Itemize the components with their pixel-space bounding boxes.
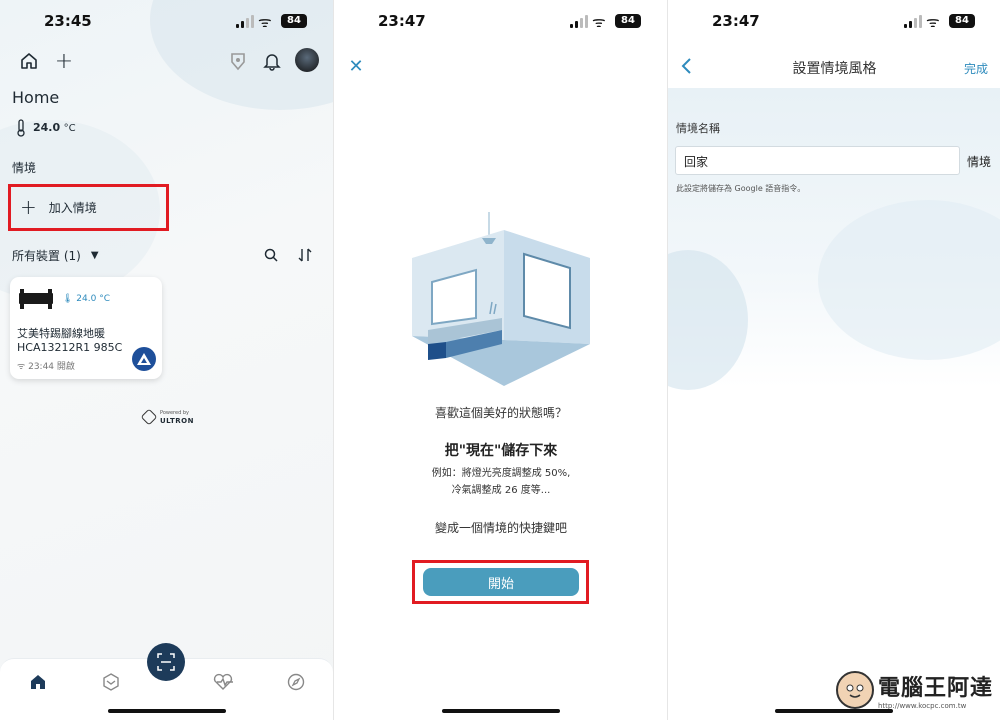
status-bar: 23:47 ᯤ 84 bbox=[334, 10, 667, 34]
device-temperature: 🌡︎ 24.0 °C bbox=[62, 294, 110, 304]
scenes-section-title: 情境 bbox=[12, 161, 37, 175]
status-time: 23:47 bbox=[712, 12, 760, 30]
brand-logo-icon bbox=[132, 347, 156, 371]
wifi-icon: ᯤ bbox=[258, 13, 272, 31]
home-indicator bbox=[775, 709, 893, 713]
device-card[interactable]: 🌡︎ 24.0 °C 艾美特踢腳線地暖 HCA13212R1 985C ᯤ 23… bbox=[10, 277, 162, 379]
home-screen: 23:45 ᯤ 84 + Home 24.0 °C 情境 + 加入情境 所有裝置… bbox=[0, 0, 333, 720]
signal-icon bbox=[904, 15, 922, 28]
add-scene-label: 加入情境 bbox=[48, 200, 97, 215]
side-label: 情境 bbox=[967, 155, 992, 169]
wifi-icon: ᯤ bbox=[926, 13, 940, 31]
shield-icon[interactable] bbox=[228, 50, 248, 72]
start-button[interactable]: 開始 bbox=[423, 568, 579, 596]
home-indicator bbox=[107, 709, 226, 713]
home-temperature: 24.0 °C bbox=[33, 121, 76, 134]
signal-icon bbox=[236, 15, 254, 28]
battery-indicator: 84 bbox=[615, 14, 641, 28]
add-icon[interactable]: + bbox=[54, 49, 74, 74]
battery-indicator: 84 bbox=[949, 14, 975, 28]
device-status: ᯤ 23:44 開啟 bbox=[17, 362, 75, 372]
room-illustration bbox=[412, 212, 590, 386]
home-icon[interactable] bbox=[18, 50, 40, 72]
scan-button[interactable] bbox=[147, 643, 185, 681]
example-line-2: 冷氣調整成 26 度等... bbox=[451, 485, 551, 496]
wifi-icon: ᯤ bbox=[17, 362, 26, 372]
home-indicator bbox=[441, 709, 560, 713]
thermometer-icon bbox=[14, 119, 28, 137]
add-scene-button[interactable]: + 加入情境 bbox=[20, 195, 97, 219]
status-bar: 23:47 ᯤ 84 bbox=[668, 10, 1000, 34]
mascot-icon bbox=[836, 671, 874, 709]
device-name: 艾美特踢腳線地暖 bbox=[17, 327, 105, 340]
status-time: 23:47 bbox=[378, 12, 426, 30]
caret-down-icon: ▼ bbox=[90, 250, 99, 261]
battery-indicator: 84 bbox=[281, 14, 307, 28]
tab-home-icon[interactable] bbox=[28, 672, 48, 692]
shortcut-text: 變成一個情境的快捷鍵吧 bbox=[434, 521, 567, 535]
scene-intro-screen: 23:47 ᯤ 84 ✕ 喜歡這個美好的狀態嗎？ 把"現在"儲存下來 例如：將燈… bbox=[333, 0, 667, 720]
heater-icon bbox=[16, 287, 56, 311]
watermark-text: 電腦王阿達 bbox=[878, 676, 994, 701]
plus-icon: + bbox=[20, 195, 37, 219]
devices-header: 所有裝置 (1) bbox=[12, 249, 81, 263]
device-model: HCA13212R1 985C bbox=[17, 341, 123, 354]
question-text: 喜歡這個美好的狀態嗎？ bbox=[434, 406, 567, 420]
page-title: 設置情境風格 bbox=[792, 61, 877, 77]
avatar[interactable] bbox=[295, 48, 319, 72]
watermark: 電腦王阿達 http://www.kocpc.com.tw bbox=[836, 670, 993, 710]
tab-explore-icon[interactable] bbox=[286, 672, 306, 692]
field-label: 情境名稱 bbox=[676, 122, 720, 135]
status-time: 23:45 bbox=[44, 12, 92, 30]
tab-devices-icon[interactable] bbox=[101, 672, 121, 692]
signal-icon bbox=[570, 15, 588, 28]
tab-health-icon[interactable] bbox=[212, 672, 234, 692]
example-line-1: 例如：將燈光亮度調整成 50%, bbox=[431, 468, 571, 479]
devices-filter[interactable]: 所有裝置 (1) ▼ bbox=[12, 247, 99, 264]
close-icon[interactable]: ✕ bbox=[346, 56, 366, 77]
page-title: Home bbox=[12, 88, 60, 107]
scene-settings-screen: 23:47 ᯤ 84 設置情境風格 完成 情境名稱 回家 情境 此設定將儲存為 … bbox=[667, 0, 1000, 720]
watermark-url: http://www.kocpc.com.tw bbox=[878, 702, 967, 710]
wifi-icon: ᯤ bbox=[592, 13, 606, 31]
powered-by-logo: Powered by ULTRON bbox=[140, 408, 194, 426]
sort-icon[interactable] bbox=[296, 246, 314, 264]
hint-text: 此設定將儲存為 Google 語音指令。 bbox=[676, 184, 806, 193]
headline: 把"現在"儲存下來 bbox=[444, 443, 558, 459]
done-button[interactable]: 完成 bbox=[964, 60, 988, 77]
status-bar: 23:45 ᯤ 84 bbox=[0, 10, 333, 34]
search-icon[interactable] bbox=[262, 246, 280, 264]
scene-name-input[interactable]: 回家 bbox=[675, 146, 960, 175]
bell-icon[interactable] bbox=[262, 50, 282, 72]
ultron-logo-icon bbox=[140, 408, 158, 426]
